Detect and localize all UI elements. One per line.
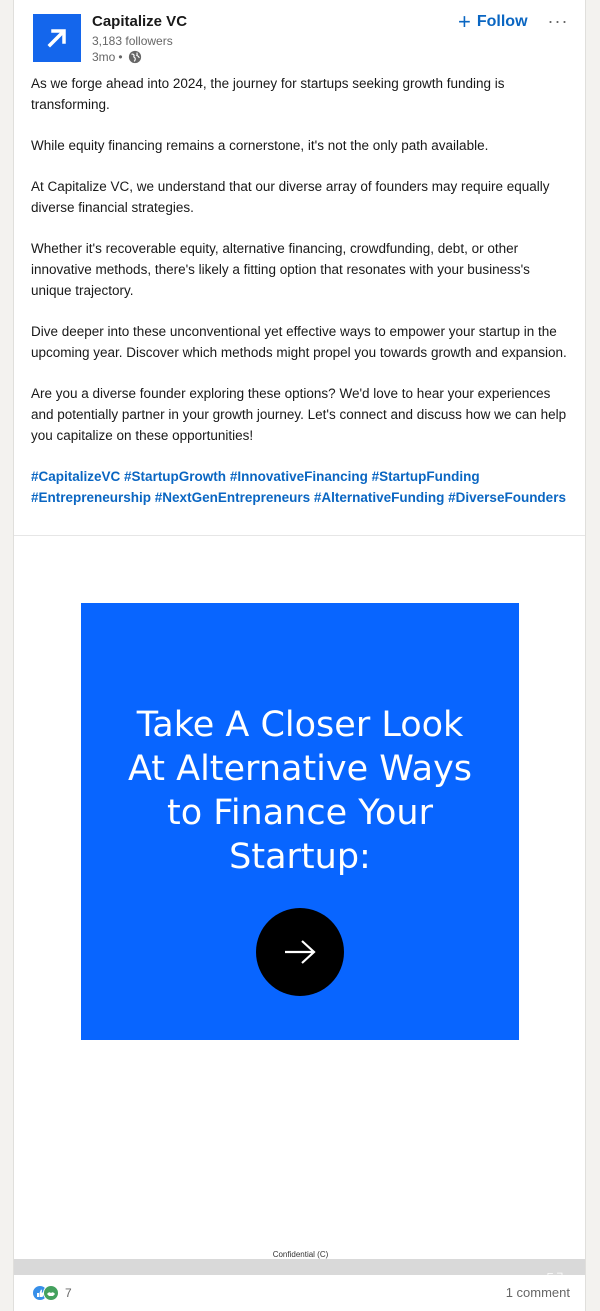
next-slide-button[interactable] [256, 908, 344, 996]
arrow-up-right-logo-icon [47, 29, 66, 48]
hashtag-link[interactable]: #StartupFunding [372, 469, 480, 484]
post-paragraph: At Capitalize VC, we understand that our… [31, 179, 550, 215]
post-card: Capitalize VC 3,183 followers 3mo • + Fo… [13, 0, 586, 1311]
promo-title-line: Startup: [229, 837, 371, 877]
post-paragraph: As we forge ahead into 2024, the journey… [31, 76, 505, 112]
arrow-right-icon [285, 940, 316, 964]
reaction-count: 7 [65, 1286, 72, 1300]
follower-count: 3,183 followers [92, 34, 173, 48]
post-body: As we forge ahead into 2024, the journey… [31, 73, 571, 508]
plus-icon: + [458, 9, 471, 34]
follow-label: Follow [476, 13, 528, 30]
promo-title-line: Take A Closer Look [136, 705, 464, 745]
hashtag-list: #CapitalizeVC #StartupGrowth #Innovative… [31, 466, 571, 508]
promo-slide[interactable]: Take A Closer Look At Alternative Ways t… [81, 603, 519, 1040]
confidential-label: Confidential (C) [272, 1250, 329, 1259]
meta-separator: • [118, 50, 123, 64]
support-reaction-icon [43, 1285, 59, 1301]
hashtag-link[interactable]: #Entrepreneurship [31, 490, 151, 505]
comments-count-link[interactable]: 1 comment [506, 1285, 570, 1300]
post-paragraph: Are you a diverse founder exploring thes… [31, 386, 567, 443]
hashtag-link[interactable]: #DiverseFounders [448, 490, 566, 505]
post-paragraph: Whether it's recoverable equity, alterna… [31, 241, 530, 298]
globe-icon [128, 50, 141, 64]
reactions-summary[interactable]: 7 [32, 1285, 72, 1301]
post-document-viewer[interactable]: Take A Closer Look At Alternative Ways t… [14, 536, 585, 1259]
promo-title-line: to Finance Your [166, 793, 433, 833]
hashtag-link[interactable]: #InnovativeFinancing [230, 469, 368, 484]
promo-title: Take A Closer Look At Alternative Ways t… [81, 703, 519, 879]
post-paragraph: Dive deeper into these unconventional ye… [31, 324, 567, 360]
hashtag-link[interactable]: #NextGenEntrepreneurs [155, 490, 310, 505]
promo-title-line: At Alternative Ways [127, 749, 473, 789]
hashtag-link[interactable]: #AlternativeFunding [314, 490, 445, 505]
more-options-button[interactable]: ··· [547, 10, 569, 32]
hashtag-link[interactable]: #CapitalizeVC [31, 469, 120, 484]
company-name-link[interactable]: Capitalize VC [92, 13, 187, 30]
post-paragraph: While equity financing remains a corners… [31, 138, 489, 153]
post-header: Capitalize VC 3,183 followers 3mo • + Fo… [14, 0, 585, 70]
post-time: 3mo [92, 50, 116, 64]
follow-button[interactable]: + Follow [458, 10, 528, 34]
document-progress-bar[interactable] [14, 1259, 585, 1275]
hashtag-link[interactable]: #StartupGrowth [124, 469, 226, 484]
post-meta: 3mo • [92, 50, 142, 64]
social-counts: 7 1 comment [14, 1275, 585, 1311]
company-logo[interactable] [33, 14, 81, 62]
